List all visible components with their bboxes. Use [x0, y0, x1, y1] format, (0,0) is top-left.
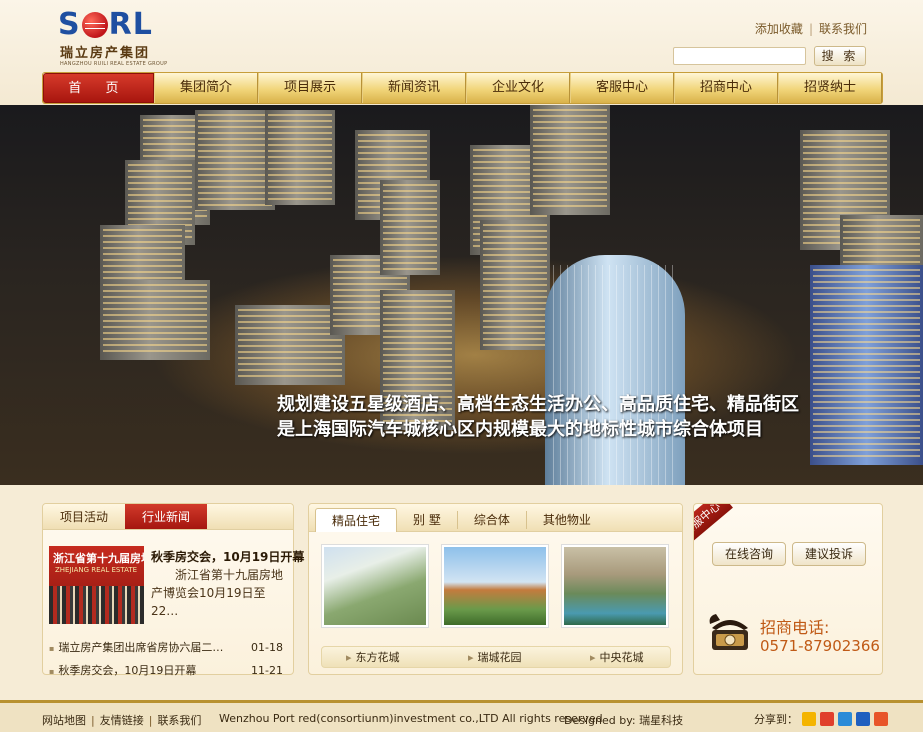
- nav-home[interactable]: 首 页: [43, 73, 154, 103]
- product-name-link[interactable]: 瑞城花园: [468, 647, 522, 669]
- logo-letters-rl: RL: [108, 7, 153, 42]
- friend-links-link[interactable]: 友情链接: [100, 714, 144, 727]
- product-image: [324, 547, 426, 625]
- building-image: [100, 280, 210, 360]
- thumbnail-crowd: [49, 586, 144, 624]
- product-image: [444, 547, 546, 625]
- sitemap-link[interactable]: 网站地图: [42, 714, 86, 727]
- contact-us-link[interactable]: 联系我们: [819, 22, 867, 36]
- list-item[interactable]: 秋季房交会，10月19日开幕 11-21: [49, 660, 283, 683]
- globe-icon: [81, 12, 108, 38]
- product-thumbnails: [321, 544, 671, 630]
- tencent-weibo-icon[interactable]: [838, 712, 852, 726]
- copyright-text: Wenzhou Port red(consortiunm)investment …: [219, 712, 603, 725]
- building-image: [195, 110, 275, 210]
- news-list: 瑞立房产集团出席省房协六届二… 01-18 秋季房交会，10月19日开幕 11-…: [49, 637, 283, 683]
- product-name-link[interactable]: 东方花城: [346, 647, 400, 669]
- list-item[interactable]: 瑞立房产集团出席省房协六届二… 01-18: [49, 637, 283, 660]
- service-center-ribbon: 客服中心: [694, 504, 733, 548]
- divider: |: [148, 714, 153, 727]
- qzone-icon[interactable]: [802, 712, 816, 726]
- footer-links: 网站地图 | 友情链接 | 联系我们: [42, 712, 201, 728]
- hero-banner: 规划建设五星级酒店、高档生态生活办公、高品质住宅、精品街区 是上海国际汽车城核心…: [0, 105, 923, 485]
- tab-villa[interactable]: 别 墅: [397, 511, 458, 529]
- search-input[interactable]: [673, 47, 806, 65]
- divider: |: [808, 22, 813, 36]
- sina-weibo-icon[interactable]: [820, 712, 834, 726]
- nav-investment[interactable]: 招商中心: [674, 73, 778, 103]
- tab-premium-residence[interactable]: 精品住宅: [315, 508, 398, 532]
- investment-phone-number: 0571-87902366: [760, 637, 880, 655]
- caption-line-2: 是上海国际汽车城核心区内规模最大的地标性城市综合体项目: [277, 419, 763, 440]
- news-summary: 浙江省第十九届房地产博览会10月19日至22…: [151, 568, 284, 618]
- tab-complex[interactable]: 综合体: [458, 511, 527, 529]
- banner-caption: 规划建设五星级酒店、高档生态生活办公、高品质住宅、精品街区 是上海国际汽车城核心…: [277, 392, 799, 442]
- news-headline[interactable]: 秋季房交会，10月19日开幕: [151, 548, 304, 565]
- telephone-icon: [709, 614, 748, 650]
- divider: |: [91, 714, 95, 727]
- product-image: [564, 547, 666, 625]
- news-item-date: 01-18: [251, 641, 283, 654]
- product-label-bar: 东方花城 瑞城花园 中央花城: [321, 646, 671, 668]
- page-header: S RL 瑞立房产集团 HANGZHOU RUILI REAL ESTATE GR…: [0, 0, 923, 105]
- share-label: 分享到：: [754, 713, 798, 726]
- building-image: [480, 220, 550, 350]
- tab-project-activities[interactable]: 项目活动: [43, 504, 125, 529]
- top-links: 添加收藏 | 联系我们: [755, 20, 867, 37]
- favorites-icon[interactable]: [874, 712, 888, 726]
- online-consult-button[interactable]: 在线咨询: [712, 542, 786, 566]
- news-panel: 项目活动 行业新闻 浙江省第十九届房地 ZHEJIANG REAL ESTATE…: [42, 503, 304, 677]
- products-panel: 精品住宅 别 墅 综合体 其他物业 东方花城 瑞城花园 中央花城: [308, 503, 683, 675]
- building-image: [530, 105, 610, 215]
- product-thumbnail[interactable]: [561, 544, 669, 628]
- nav-careers[interactable]: 招贤纳士: [778, 73, 882, 103]
- product-tabs: 精品住宅 别 墅 综合体 其他物业: [309, 504, 682, 532]
- page-footer: 网站地图 | 友情链接 | 联系我们 Wenzhou Port red(consorti…: [0, 700, 923, 732]
- landmark-tower: [545, 255, 685, 485]
- building-image: [810, 265, 923, 465]
- tab-other-property[interactable]: 其他物业: [527, 511, 607, 529]
- nav-service-center[interactable]: 客服中心: [570, 73, 674, 103]
- footer-contact-link[interactable]: 联系我们: [157, 714, 201, 727]
- news-item-title[interactable]: 瑞立房产集团出席省房协六届二…: [49, 637, 223, 660]
- complaint-button[interactable]: 建议投诉: [792, 542, 866, 566]
- thumbnail-sign-english: ZHEJIANG REAL ESTATE: [55, 566, 138, 574]
- baidu-icon[interactable]: [856, 712, 870, 726]
- building-image: [235, 305, 345, 385]
- building-image: [380, 180, 440, 275]
- thumbnail-sign-text: 浙江省第十九届房地: [53, 552, 144, 565]
- logo-chinese-name: 瑞立房产集团: [60, 46, 151, 61]
- investment-phone-label: 招商电话:: [760, 618, 830, 637]
- nav-news[interactable]: 新闻资讯: [362, 73, 466, 103]
- add-favorite-link[interactable]: 添加收藏: [755, 22, 803, 36]
- logo-letter-s: S: [58, 7, 81, 42]
- logo-english-name: HANGZHOU RUILI REAL ESTATE GROUP: [60, 61, 168, 67]
- product-thumbnail[interactable]: [441, 544, 549, 628]
- logo-mark: S RL: [58, 10, 170, 40]
- building-image: [265, 110, 335, 205]
- product-name-link[interactable]: 中央花城: [590, 647, 644, 669]
- main-nav: 首 页 集团简介 项目展示 新闻资讯 企业文化 客服中心 招商中心 招贤纳士: [42, 72, 883, 104]
- company-logo[interactable]: S RL 瑞立房产集团 HANGZHOU RUILI REAL ESTATE GR…: [58, 10, 170, 68]
- tab-industry-news[interactable]: 行业新闻: [125, 504, 207, 529]
- product-thumbnail[interactable]: [321, 544, 429, 628]
- news-thumbnail[interactable]: 浙江省第十九届房地 ZHEJIANG REAL ESTATE: [49, 546, 144, 624]
- nav-culture[interactable]: 企业文化: [466, 73, 570, 103]
- news-item-title[interactable]: 秋季房交会，10月19日开幕: [49, 660, 196, 683]
- service-panel: 客服中心 在线咨询 建议投诉 招商电话: 0571-87902366: [693, 503, 883, 675]
- share-bar: 分享到：: [754, 711, 888, 727]
- designed-by-text: Designed by: 瑞星科技: [564, 714, 684, 727]
- news-item-date: 11-21: [251, 664, 283, 677]
- nav-projects[interactable]: 项目展示: [258, 73, 362, 103]
- search-button[interactable]: 搜 索: [814, 46, 866, 66]
- news-tabs: 项目活动 行业新闻: [43, 504, 293, 530]
- caption-line-1: 规划建设五星级酒店、高档生态生活办公、高品质住宅、精品街区: [277, 394, 799, 415]
- nav-group-intro[interactable]: 集团简介: [154, 73, 258, 103]
